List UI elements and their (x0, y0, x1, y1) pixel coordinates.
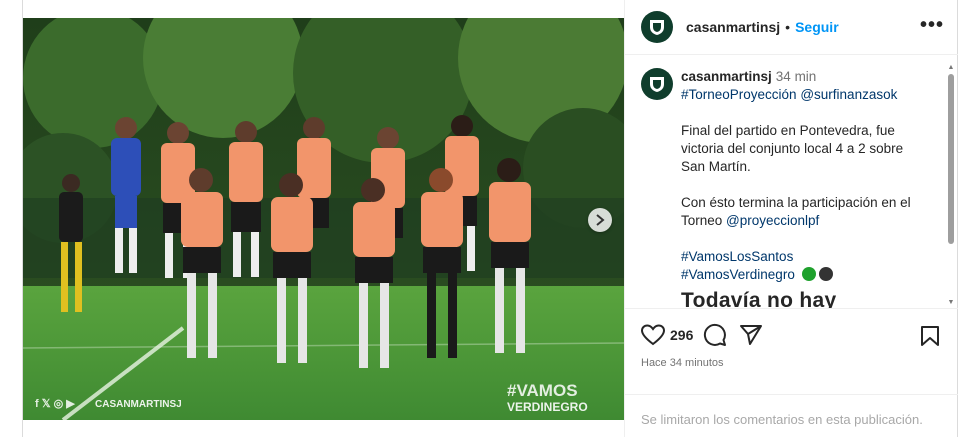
follow-button[interactable]: Seguir (795, 19, 839, 35)
comments-limited-notice: Se limitaron los comentarios en esta pub… (625, 394, 958, 437)
hashtag-vamosverdinegro[interactable]: #VamosVerdinegro (681, 267, 795, 282)
share-icon[interactable] (739, 323, 763, 347)
caption-time: 34 min (775, 69, 817, 84)
caption-area: casanmartinsj 34 min #TorneoProyección @s… (625, 56, 945, 308)
watermark-right-bottom: VERDINEGRO (507, 400, 588, 414)
watermark-left: CASANMARTINSJ (95, 399, 182, 410)
mention-proyeccionlpf[interactable]: @proyeccionlpf (726, 213, 819, 228)
club-logo-icon (650, 20, 664, 35)
mention-surfinanzas[interactable]: @surfinanzasok (800, 87, 897, 102)
green-circle-icon (801, 267, 816, 281)
more-options-button[interactable]: ••• (920, 14, 944, 37)
caption-avatar[interactable] (641, 68, 673, 100)
heart-icon[interactable] (641, 324, 665, 346)
black-circle-icon (819, 267, 834, 281)
scroll-thumb[interactable] (948, 74, 954, 244)
action-bar: 296 Hace 34 minutos (625, 308, 958, 386)
svg-text:f 𝕏 ◎ ▶: f 𝕏 ◎ ▶ (35, 398, 75, 410)
next-image-button[interactable] (588, 208, 612, 232)
caption-paragraph-2: Con ésto termina la participación en el … (681, 194, 929, 230)
hashtag-torneo[interactable]: #TorneoProyección (681, 87, 797, 102)
team-photo: f 𝕏 ◎ ▶ CASANMARTINSJ #VAMOS VERDINEGRO (23, 18, 624, 420)
post-dialog: f 𝕏 ◎ ▶ CASANMARTINSJ #VAMOS VERDINEGRO … (22, 0, 958, 437)
media-area: f 𝕏 ◎ ▶ CASANMARTINSJ #VAMOS VERDINEGRO (23, 18, 624, 420)
caption-scrollbar[interactable]: ▲ ▼ (947, 64, 955, 307)
caption-paragraph-1: Final del partido en Pontevedra, fue vic… (681, 123, 904, 174)
hashtag-vamoslossantos[interactable]: #VamosLosSantos (681, 249, 793, 264)
avatar[interactable] (641, 11, 673, 43)
club-logo-icon (650, 77, 664, 92)
chevron-right-icon (596, 214, 605, 226)
scroll-down-arrow-icon[interactable]: ▼ (947, 299, 955, 307)
bookmark-icon[interactable] (920, 325, 940, 347)
separator-dot: • (785, 19, 791, 35)
header-username[interactable]: casanmartinsj (686, 19, 780, 35)
post-time-ago: Hace 34 minutos (641, 357, 724, 369)
comment-icon[interactable] (703, 323, 727, 347)
post-sidebar: casanmartinsj • Seguir ••• casanmartinsj… (624, 0, 958, 437)
watermark-right-top: #VAMOS (507, 381, 578, 400)
scroll-up-arrow-icon[interactable]: ▲ (947, 64, 955, 72)
post-header: casanmartinsj • Seguir ••• (625, 0, 958, 55)
likes-count[interactable]: 296 (670, 327, 693, 343)
caption-username[interactable]: casanmartinsj (681, 69, 772, 84)
hashtag-block: #VamosLosSantos #VamosVerdinegro (681, 248, 929, 284)
caption-body: casanmartinsj 34 min #TorneoProyección @s… (681, 68, 929, 308)
caption-row: casanmartinsj 34 min #TorneoProyección @s… (641, 68, 929, 308)
team-photo-image: f 𝕏 ◎ ▶ CASANMARTINSJ #VAMOS VERDINEGRO (23, 18, 624, 420)
action-row: 296 (641, 323, 763, 347)
cutoff-comments-text: Todavía no hay (681, 289, 837, 308)
